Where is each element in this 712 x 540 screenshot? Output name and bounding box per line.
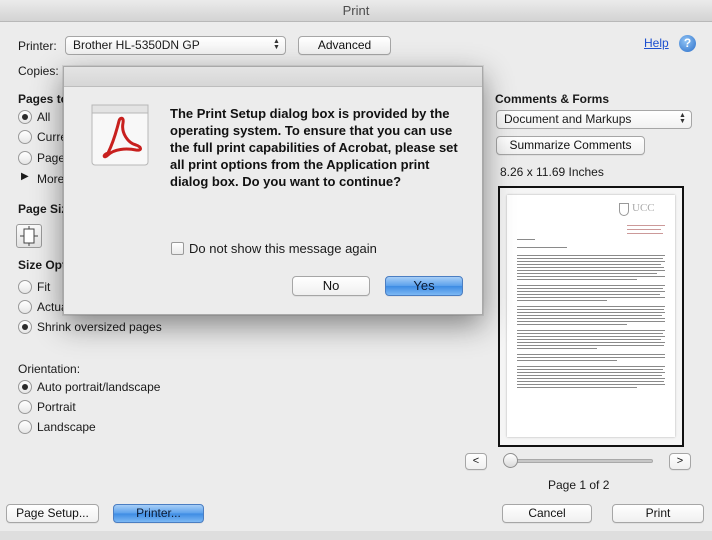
radio-auto-label: Auto portrait/landscape — [37, 380, 161, 394]
printer-select[interactable]: Brother HL-5350DN GP ▲ ▼ — [65, 36, 286, 55]
radio-current[interactable] — [18, 130, 32, 144]
window-title: Print — [0, 0, 712, 22]
page-slider-track[interactable] — [507, 459, 653, 463]
print-preview: UCC — [498, 186, 684, 447]
preview-page-thumbnail: UCC — [507, 195, 675, 437]
acrobat-icon — [88, 103, 152, 167]
do-not-show-checkbox[interactable] — [171, 242, 184, 255]
radio-fit[interactable] — [18, 280, 32, 294]
page-size-icon — [20, 226, 38, 246]
radio-actual-size[interactable] — [18, 300, 32, 314]
page-size-section-title: Page Siz — [18, 202, 68, 216]
updown-arrows-icon: ▲ ▼ — [273, 38, 280, 51]
page-slider-knob[interactable] — [503, 453, 518, 468]
summarize-comments-button[interactable]: Summarize Comments — [496, 136, 645, 155]
do-not-show-label[interactable]: Do not show this message again — [189, 241, 377, 256]
radio-portrait-label: Portrait — [37, 400, 76, 414]
radio-portrait[interactable] — [18, 400, 32, 414]
next-page-button[interactable]: > — [669, 453, 691, 470]
print-button[interactable]: Print — [612, 504, 704, 523]
dialog-title-bar — [64, 67, 482, 87]
printer-button[interactable]: Printer... — [113, 504, 204, 523]
copies-label: Copies: — [18, 64, 59, 78]
prev-page-button[interactable]: < — [465, 453, 487, 470]
preview-logo: UCC — [619, 202, 655, 221]
radio-shrink-oversized[interactable] — [18, 320, 32, 334]
radio-landscape-label: Landscape — [37, 420, 96, 434]
advanced-button[interactable]: Advanced — [298, 36, 391, 55]
help-link[interactable]: Help — [644, 36, 669, 50]
radio-fit-label: Fit — [37, 280, 51, 294]
radio-all[interactable] — [18, 110, 32, 124]
radio-all-label: All — [37, 110, 51, 124]
yes-button[interactable]: Yes — [385, 276, 463, 296]
printer-label: Printer: — [18, 39, 57, 53]
comments-forms-section-title: Comments & Forms — [495, 92, 610, 106]
orientation-section-title: Orientation: — [18, 362, 81, 376]
page-dimensions-text: 8.26 x 11.69 Inches — [500, 165, 604, 179]
pages-section-title: Pages to — [18, 92, 69, 106]
dialog-message: The Print Setup dialog box is provided b… — [170, 106, 458, 189]
radio-pages[interactable] — [18, 151, 32, 165]
radio-shrink-oversized-label: Shrink oversized pages — [37, 320, 162, 334]
page-setup-button[interactable]: Page Setup... — [6, 504, 99, 523]
cancel-button[interactable]: Cancel — [502, 504, 592, 523]
comments-forms-select[interactable]: Document and Markups ▲ ▼ — [496, 110, 692, 129]
printer-select-value: Brother HL-5350DN GP — [73, 38, 200, 52]
bottom-strip — [0, 531, 712, 540]
page-size-size-button[interactable] — [16, 224, 42, 248]
size-options-section-title: Size Opt — [18, 258, 67, 272]
comments-forms-select-value: Document and Markups — [504, 112, 632, 126]
disclosure-triangle-icon[interactable]: ▶ — [21, 171, 29, 182]
help-icon[interactable]: ? — [679, 35, 696, 52]
preview-logo-text: UCC — [632, 202, 655, 214]
no-button[interactable]: No — [292, 276, 370, 296]
print-setup-alert-dialog: The Print Setup dialog box is provided b… — [63, 66, 483, 315]
more-options-label[interactable]: More — [37, 172, 64, 186]
radio-landscape[interactable] — [18, 420, 32, 434]
page-indicator: Page 1 of 2 — [548, 478, 610, 492]
updown-arrows-icon: ▲ ▼ — [679, 112, 686, 125]
radio-auto-portrait-landscape[interactable] — [18, 380, 32, 394]
